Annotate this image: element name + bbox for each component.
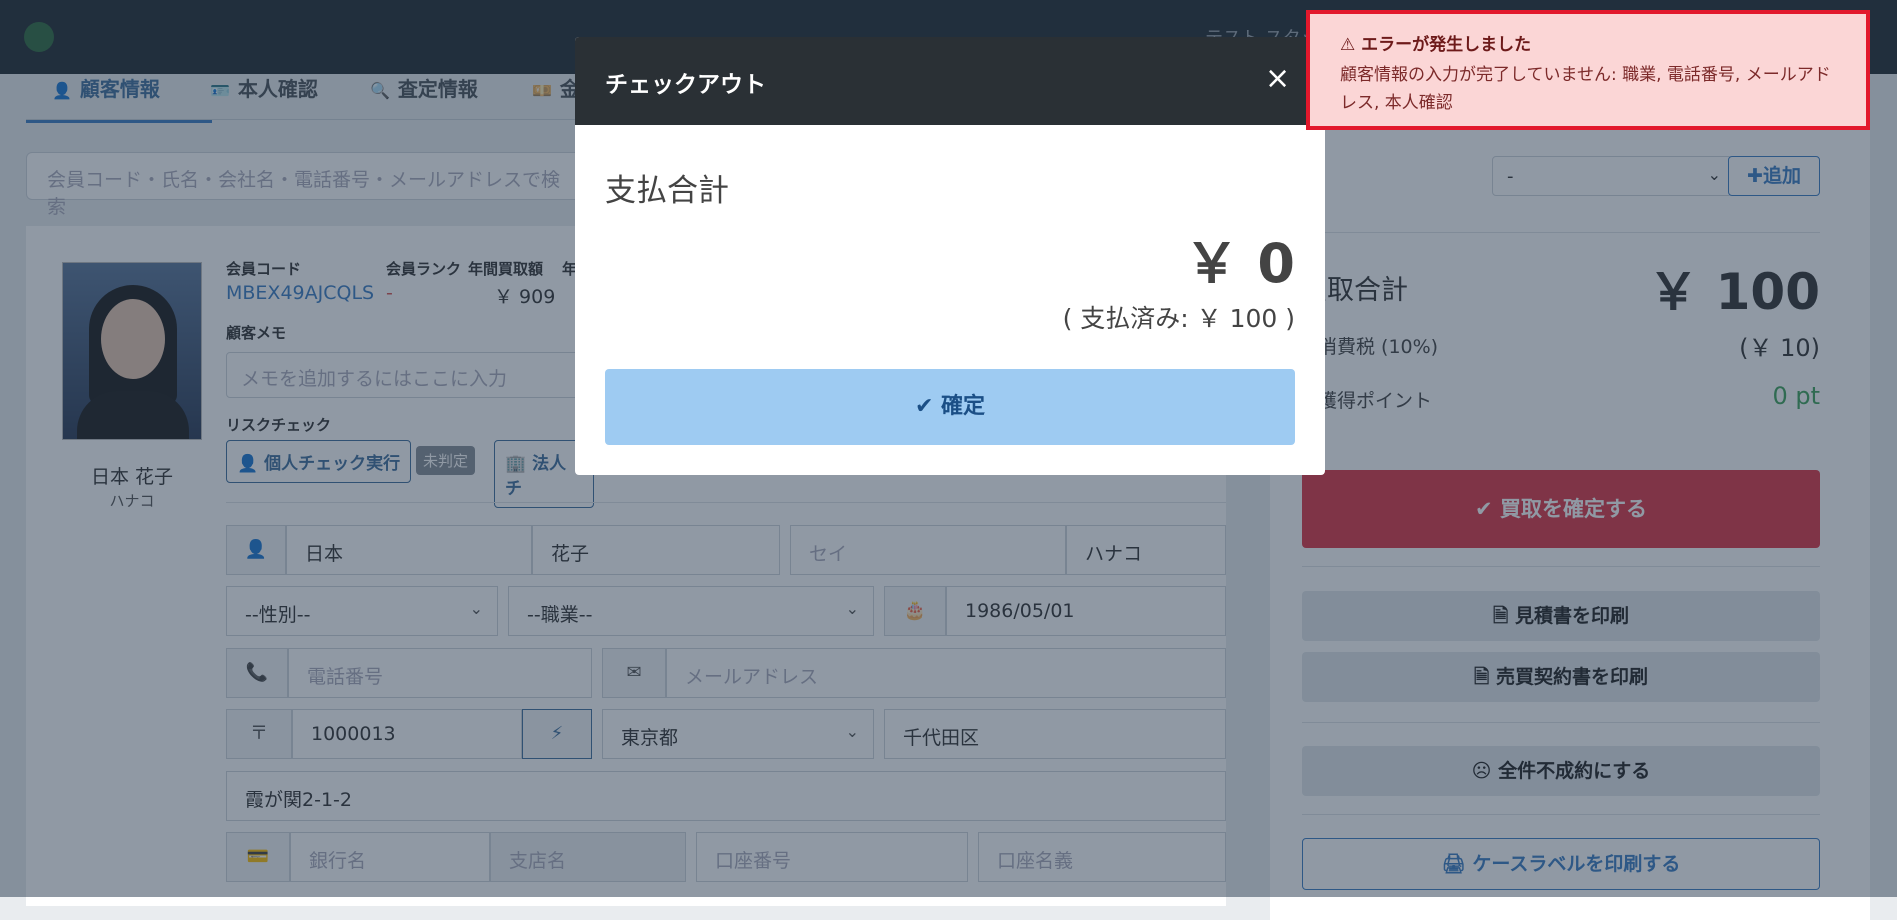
payment-total-label: 支払合計 (605, 173, 729, 209)
confirm-button[interactable]: ✔ 確定 (605, 369, 1295, 445)
toast-title-row: ⚠ エラーが発生しました (1340, 35, 1532, 55)
toast-message: 顧客情報の入力が完了していません: 職業, 電話番号, メールアドレス, 本人確… (1340, 65, 1831, 113)
error-toast[interactable]: ⚠ エラーが発生しました 顧客情報の入力が完了していません: 職業, 電話番号,… (1306, 10, 1870, 130)
checkout-modal: チェックアウト × 支払合計 ￥ 0 ( 支払済み: ￥ 100 ) ✔ 確定 (575, 37, 1325, 475)
check-icon: ✔ (914, 394, 934, 419)
payment-total-value: ￥ 0 (1184, 232, 1295, 295)
modal-title: チェックアウト (605, 72, 766, 98)
warning-icon: ⚠ (1340, 35, 1356, 55)
paid-amount-note: ( 支払済み: ￥ 100 ) (1062, 304, 1295, 333)
close-icon[interactable]: × (1265, 61, 1290, 96)
